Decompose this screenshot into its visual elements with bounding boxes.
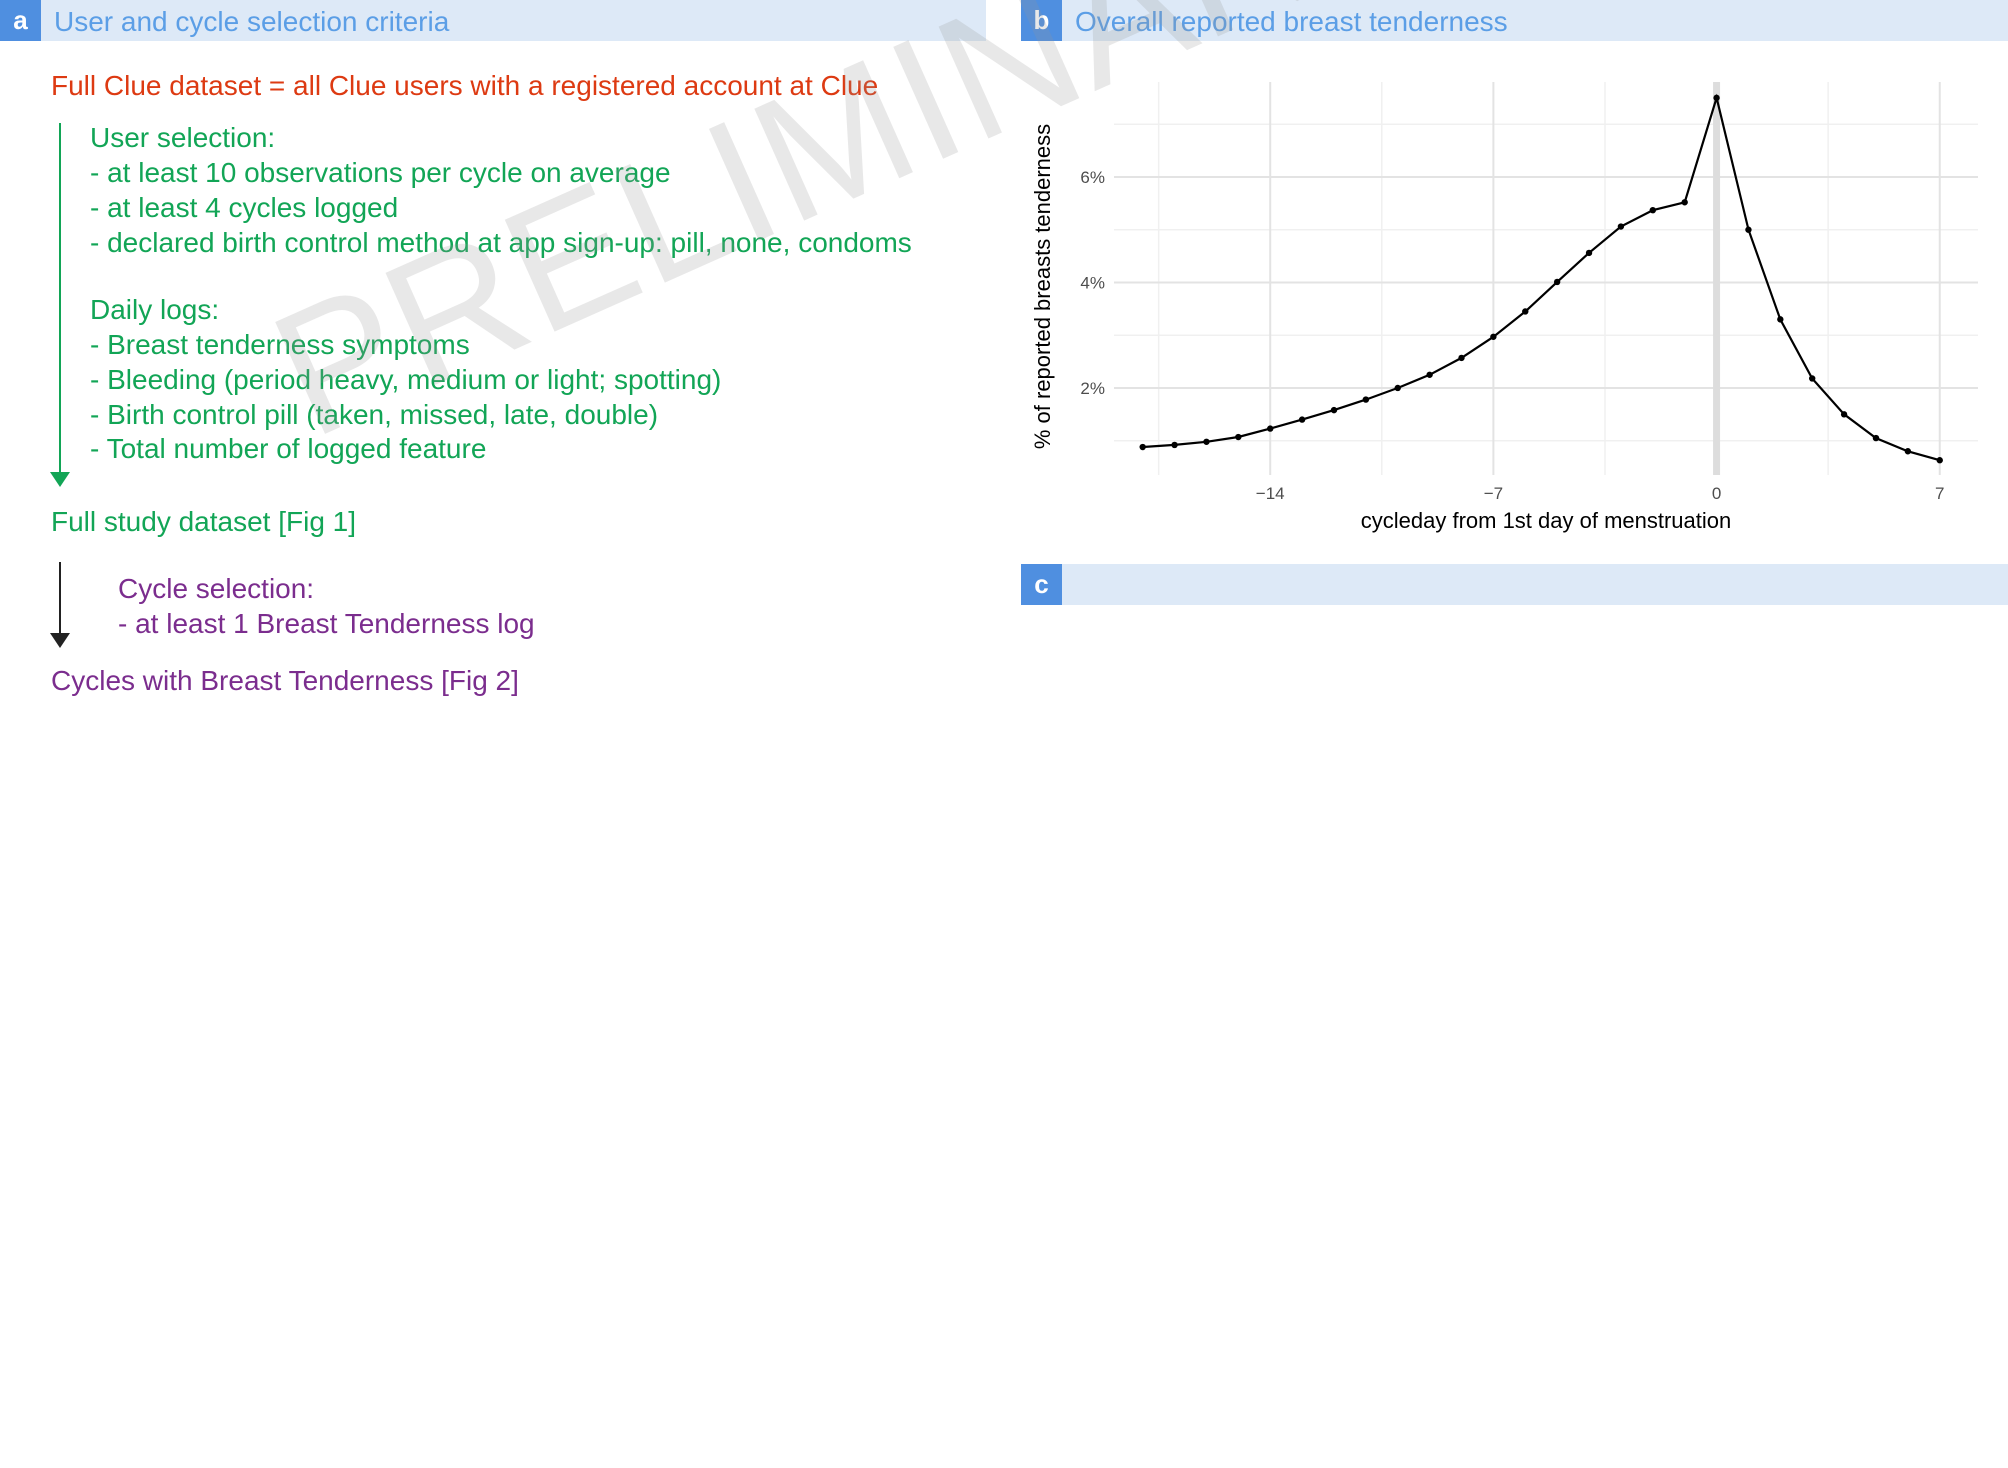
- chart-points: [1139, 94, 1943, 464]
- panel-c-header: c: [1021, 564, 2008, 605]
- panel-c-letter: c: [1021, 564, 1062, 605]
- data-point: [1330, 406, 1338, 414]
- data-point: [1809, 375, 1816, 382]
- data-point: [1426, 371, 1433, 378]
- chart-grid: [1114, 82, 1978, 475]
- data-point: [1235, 433, 1242, 441]
- x-tick-label: −7: [1484, 484, 1503, 503]
- data-point: [1649, 206, 1657, 214]
- data-point: [1171, 441, 1178, 449]
- data-point: [1904, 448, 1912, 455]
- data-point: [1203, 438, 1210, 445]
- data-point: [1522, 308, 1529, 315]
- data-point: [1458, 354, 1465, 362]
- data-point: [1394, 384, 1401, 392]
- chart-line-layer: [1142, 93, 1940, 462]
- data-point: [1362, 396, 1370, 403]
- data-point: [1681, 199, 1688, 206]
- black-arrow-head: [50, 633, 70, 648]
- data-point: [1267, 425, 1274, 432]
- data-point: [1840, 411, 1848, 418]
- data-point: [1617, 223, 1625, 230]
- y-tick-label: 6%: [1080, 168, 1105, 187]
- panel-b-letter: b: [1021, 0, 1062, 41]
- x-tick-label: −14: [1256, 484, 1285, 503]
- green-arrow-head: [50, 472, 70, 487]
- chart-axes: −14 −7 0 7 2% 4% 6% cycleday from 1st day of me…: [1030, 124, 1944, 533]
- data-point: [1936, 457, 1943, 464]
- data-point: [1777, 316, 1784, 323]
- data-point: [1553, 278, 1561, 286]
- panel-b-header: b Overall reported breast tenderness: [1021, 0, 2008, 41]
- y-tick-label: 2%: [1080, 379, 1105, 398]
- y-axis-title: % of reported breasts tenderness: [1030, 124, 1055, 449]
- panel-b-title: Overall reported breast tenderness: [1075, 6, 1508, 37]
- data-point: [1585, 249, 1593, 257]
- data-point: [1139, 443, 1146, 451]
- data-point: [1490, 333, 1497, 340]
- data-point: [1713, 94, 1720, 102]
- x-axis-title: cycleday from 1st day of menstruation: [1361, 508, 1732, 533]
- data-point: [1872, 434, 1880, 442]
- x-tick-label: 7: [1935, 484, 1944, 503]
- x-tick-label: 0: [1712, 484, 1721, 503]
- breast-tenderness-chart: −14 −7 0 7 2% 4% 6% cycleday from 1st day of me…: [1030, 82, 1978, 533]
- series-line: [1142, 93, 1940, 462]
- flow-arrows: [50, 123, 70, 648]
- y-tick-label: 4%: [1080, 273, 1105, 292]
- data-point: [1298, 416, 1306, 423]
- data-point: [1745, 226, 1752, 233]
- user-selection-item: - declared birth control method at app s…: [90, 227, 912, 258]
